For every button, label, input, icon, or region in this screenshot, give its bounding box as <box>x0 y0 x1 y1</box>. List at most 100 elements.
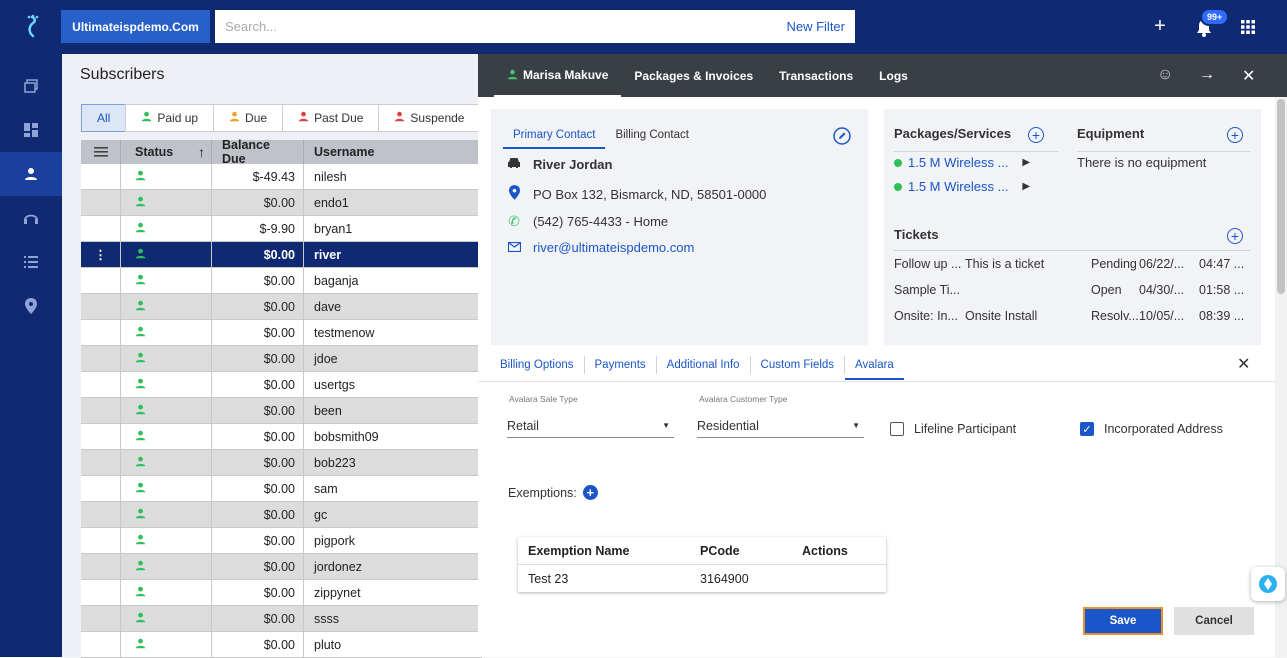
tab-primary-contact[interactable]: Primary Contact <box>503 125 606 149</box>
sale-type-select[interactable]: Retail ▼ <box>507 414 674 438</box>
filter-past-due[interactable]: Past Due <box>282 104 380 132</box>
lifeline-checkbox[interactable] <box>890 422 904 436</box>
arrow-right-icon[interactable]: → <box>1199 66 1215 84</box>
sidebar-item-support[interactable] <box>0 196 62 240</box>
table-row[interactable]: $0.00 testmenow <box>81 320 482 346</box>
brand-button[interactable]: Ultimateispdemo.Com <box>61 10 210 43</box>
lifeline-checkbox-row[interactable]: Lifeline Participant <box>890 422 1016 436</box>
tab-logs[interactable]: Logs <box>866 54 921 97</box>
table-row[interactable]: $0.00 pluto <box>81 632 482 658</box>
row-handle[interactable] <box>81 320 121 345</box>
customer-type-select[interactable]: Residential ▼ <box>697 414 864 438</box>
tab-billing-options[interactable]: Billing Options <box>490 356 585 374</box>
package-item[interactable]: 1.5 M Wireless ... ▶ <box>894 155 1030 170</box>
row-handle[interactable] <box>81 216 121 241</box>
add-ticket-icon[interactable]: + <box>1227 228 1243 244</box>
close-icon[interactable]: ✕ <box>1242 66 1255 86</box>
smiley-icon[interactable]: ☺ <box>1157 66 1173 84</box>
search-input[interactable] <box>225 19 787 34</box>
table-row[interactable]: $0.00 dave <box>81 294 482 320</box>
table-row[interactable]: $-9.90 bryan1 <box>81 216 482 242</box>
assistant-launcher[interactable] <box>1251 567 1285 601</box>
ticket-subject[interactable]: Follow up ... <box>894 257 961 271</box>
ticket-subject[interactable]: Sample Ti... <box>894 283 960 297</box>
save-button[interactable]: Save <box>1083 607 1163 635</box>
row-handle[interactable] <box>81 398 121 423</box>
column-menu-icon[interactable] <box>81 140 121 164</box>
chevron-right-icon[interactable]: ▶ <box>1022 157 1030 168</box>
contact-email-link[interactable]: river@ultimateispdemo.com <box>533 240 694 255</box>
balance-column-header[interactable]: Balance Due <box>212 138 304 166</box>
table-row[interactable]: ⋮ $0.00 river <box>81 242 482 268</box>
row-handle[interactable] <box>81 372 121 397</box>
add-package-icon[interactable]: + <box>1028 127 1044 143</box>
username-column-header[interactable]: Username <box>304 140 482 164</box>
sort-up-icon[interactable]: ↑ <box>198 144 205 160</box>
row-handle[interactable] <box>81 346 121 371</box>
table-row[interactable]: $0.00 usertgs <box>81 372 482 398</box>
row-handle[interactable] <box>81 268 121 293</box>
close-icon[interactable]: ✕ <box>1237 354 1250 374</box>
ticket-subject[interactable]: Onsite: In... <box>894 309 958 323</box>
person-icon <box>135 534 146 548</box>
tab-payments[interactable]: Payments <box>585 356 657 374</box>
filter-suspende[interactable]: Suspende <box>378 104 481 132</box>
sidebar-item-dashboard[interactable] <box>0 108 62 152</box>
table-row[interactable]: $0.00 zippynet <box>81 580 482 606</box>
table-row[interactable]: $0.00 ssss <box>81 606 482 632</box>
app-logo-icon[interactable] <box>24 14 42 38</box>
scrollbar-thumb[interactable] <box>1277 99 1285 294</box>
tab-custom-fields[interactable]: Custom Fields <box>751 356 846 374</box>
tab-transactions[interactable]: Transactions <box>766 54 866 97</box>
table-row[interactable]: $0.00 bob223 <box>81 450 482 476</box>
table-row[interactable]: $0.00 been <box>81 398 482 424</box>
table-row[interactable]: $0.00 baganja <box>81 268 482 294</box>
row-handle[interactable] <box>81 190 121 215</box>
table-row[interactable]: $0.00 bobsmith09 <box>81 424 482 450</box>
apps-grid-icon[interactable] <box>1241 20 1255 34</box>
tab-additional-info[interactable]: Additional Info <box>657 356 751 374</box>
tab-avalara[interactable]: Avalara <box>845 350 904 380</box>
row-handle[interactable] <box>81 502 121 527</box>
row-handle[interactable] <box>81 424 121 449</box>
package-item[interactable]: 1.5 M Wireless ... ▶ <box>894 179 1030 194</box>
row-handle[interactable] <box>81 450 121 475</box>
sidebar-item-subscribers[interactable] <box>0 152 62 196</box>
row-handle[interactable] <box>81 294 121 319</box>
sidebar-item-list[interactable] <box>0 240 62 284</box>
chevron-right-icon[interactable]: ▶ <box>1022 181 1030 192</box>
table-row[interactable]: Test 23 3164900 <box>518 565 886 592</box>
tab-billing-contact[interactable]: Billing Contact <box>605 125 699 149</box>
sidebar-item-map[interactable] <box>0 284 62 328</box>
row-handle[interactable] <box>81 528 121 553</box>
row-handle[interactable] <box>81 476 121 501</box>
edit-icon[interactable] <box>833 127 851 145</box>
table-row[interactable]: $-49.43 nilesh <box>81 164 482 190</box>
tab-packages-invoices[interactable]: Packages & Invoices <box>621 54 766 97</box>
table-row[interactable]: $0.00 sam <box>81 476 482 502</box>
add-exemption-icon[interactable]: + <box>582 485 598 500</box>
row-handle[interactable] <box>81 606 121 631</box>
cancel-button[interactable]: Cancel <box>1174 607 1254 635</box>
table-row[interactable]: $0.00 jdoe <box>81 346 482 372</box>
row-menu-icon[interactable]: ⋮ <box>81 242 121 267</box>
table-row[interactable]: $0.00 gc <box>81 502 482 528</box>
sidebar-item-documents[interactable] <box>0 64 62 108</box>
filter-paid-up[interactable]: Paid up <box>125 104 215 132</box>
row-handle[interactable] <box>81 632 121 657</box>
table-row[interactable]: $0.00 pigpork <box>81 528 482 554</box>
row-handle[interactable] <box>81 164 121 189</box>
new-filter-link[interactable]: New Filter <box>786 19 845 34</box>
tab-subscriber[interactable]: Marisa Makuve <box>494 54 622 97</box>
filter-due[interactable]: Due <box>213 104 284 132</box>
incorporated-checkbox[interactable]: ✓ <box>1080 422 1094 436</box>
filter-all[interactable]: All <box>81 104 127 132</box>
add-icon[interactable]: + <box>1149 15 1171 37</box>
table-row[interactable]: $0.00 endo1 <box>81 190 482 216</box>
add-equipment-icon[interactable]: + <box>1227 127 1243 143</box>
status-column-header[interactable]: Status ↑ <box>121 140 212 164</box>
table-row[interactable]: $0.00 jordonez <box>81 554 482 580</box>
incorporated-checkbox-row[interactable]: ✓ Incorporated Address <box>1080 422 1223 436</box>
row-handle[interactable] <box>81 580 121 605</box>
row-handle[interactable] <box>81 554 121 579</box>
